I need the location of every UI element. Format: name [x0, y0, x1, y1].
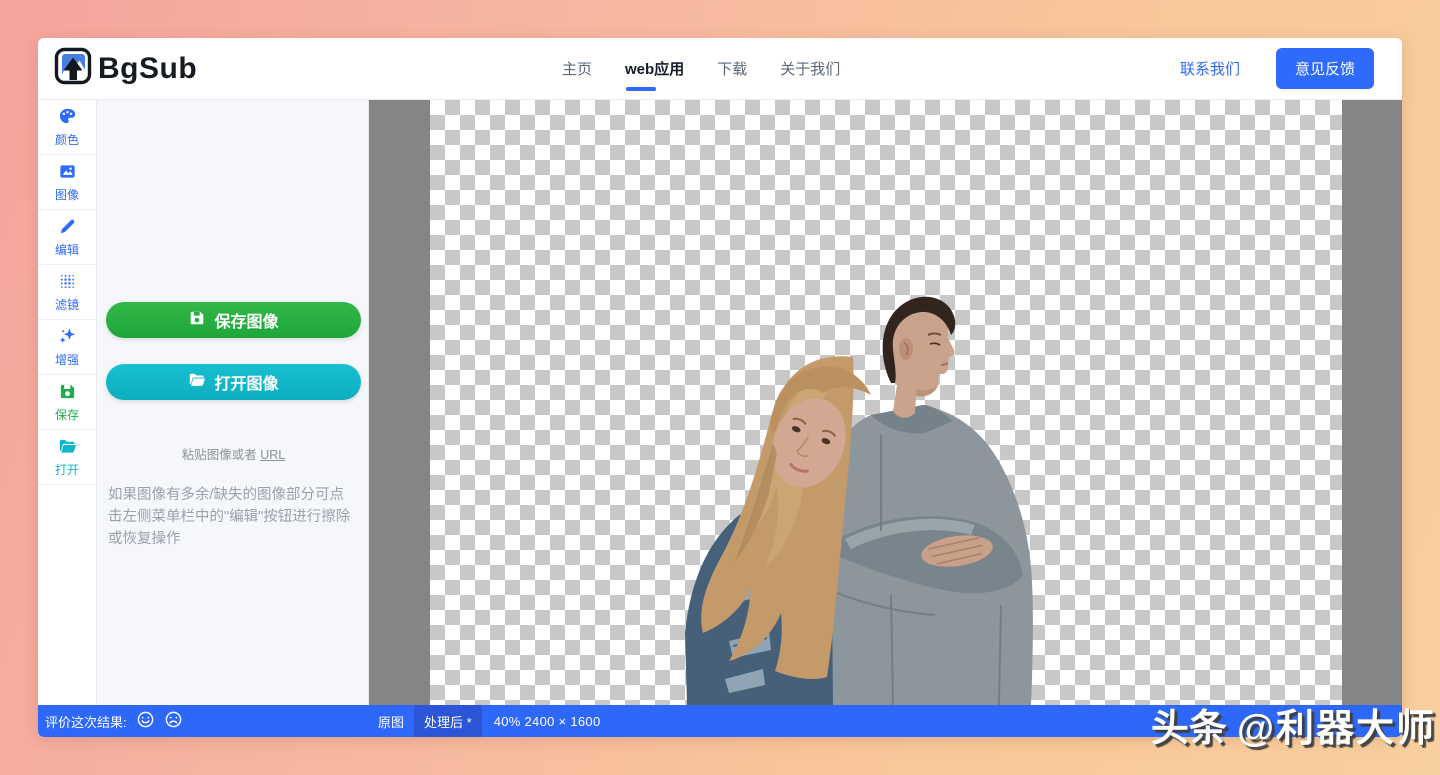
tool-filter[interactable]: 滤镜	[38, 265, 96, 320]
paste-hint-text: 粘贴图像或者	[182, 448, 257, 462]
nav-download[interactable]: 下载	[717, 54, 747, 83]
nav-webapp[interactable]: web应用	[625, 54, 684, 83]
watermark-brand: 头条	[1151, 708, 1227, 750]
tool-enhance[interactable]: 增强	[38, 320, 96, 375]
sad-face-icon	[164, 710, 183, 732]
feedback-button[interactable]: 意见反馈	[1276, 48, 1374, 89]
pencil-icon	[58, 217, 77, 239]
tool-label: 保存	[55, 406, 79, 423]
watermark-handle: @利器大师	[1237, 708, 1436, 750]
palette-icon	[58, 107, 77, 129]
editor-canvas[interactable]	[369, 100, 1402, 705]
paste-hint: 粘贴图像或者 URL	[106, 444, 361, 463]
tool-save[interactable]: 保存	[38, 375, 96, 430]
sparkles-icon	[58, 327, 77, 349]
app-window: BgSub 主页 web应用 下载 关于我们 联系我们 意见反馈 颜色	[38, 38, 1402, 737]
save-image-label: 保存图像	[214, 308, 278, 332]
save-icon	[188, 309, 206, 332]
logo[interactable]: BgSub	[38, 46, 197, 91]
header-right: 联系我们 意见反馈	[1180, 48, 1402, 89]
url-link[interactable]: URL	[260, 448, 285, 462]
tool-edit[interactable]: 编辑	[38, 210, 96, 265]
open-folder-icon	[188, 371, 206, 394]
view-tabs: 原图 处理后 * 40% 2400 × 1600	[368, 705, 600, 737]
transparent-image-area[interactable]	[430, 100, 1342, 705]
rating-group: 评价这次结果:	[38, 710, 183, 732]
tool-label: 打开	[55, 461, 79, 478]
tool-label: 滤镜	[55, 296, 79, 313]
tool-image[interactable]: 图像	[38, 155, 96, 210]
open-folder-icon	[58, 437, 77, 459]
tool-color[interactable]: 颜色	[38, 100, 96, 155]
nav-about[interactable]: 关于我们	[780, 54, 840, 83]
side-panel: 保存图像 打开图像 粘贴图像或者 URL 如果图像有多余/缺失的图像部分可点击左…	[97, 100, 369, 705]
save-icon	[58, 382, 77, 404]
watermark: 头条@利器大师	[1151, 697, 1436, 752]
rate-bad-button[interactable]	[164, 710, 183, 732]
main-nav: 主页 web应用 下载 关于我们	[562, 38, 840, 99]
open-image-button[interactable]: 打开图像	[106, 364, 361, 400]
tool-open[interactable]: 打开	[38, 430, 96, 485]
save-image-button[interactable]: 保存图像	[106, 302, 361, 338]
rate-label: 评价这次结果:	[45, 712, 127, 731]
bgsub-logo-icon	[53, 46, 93, 91]
rate-good-button[interactable]	[136, 710, 155, 732]
tool-sidebar: 颜色 图像 编辑 滤镜	[38, 100, 97, 705]
tab-processed[interactable]: 处理后 *	[414, 705, 482, 737]
zoom-dimensions-label: 40% 2400 × 1600	[494, 714, 601, 729]
tool-label: 增强	[55, 351, 79, 368]
tab-original[interactable]: 原图	[368, 705, 414, 737]
nav-home[interactable]: 主页	[562, 54, 592, 83]
header: BgSub 主页 web应用 下载 关于我们 联系我们 意见反馈	[38, 38, 1402, 100]
happy-face-icon	[136, 710, 155, 732]
edit-instructions: 如果图像有多余/缺失的图像部分可点击左侧菜单栏中的"编辑"按钮进行擦除或恢复操作	[108, 484, 358, 550]
image-icon	[58, 162, 77, 184]
filter-icon	[58, 272, 77, 294]
tool-label: 图像	[55, 186, 79, 203]
open-image-label: 打开图像	[214, 370, 278, 394]
tool-label: 颜色	[55, 131, 79, 148]
tool-label: 编辑	[55, 241, 79, 258]
content: 颜色 图像 编辑 滤镜	[38, 100, 1402, 705]
contact-link[interactable]: 联系我们	[1180, 58, 1240, 79]
subject-photo	[685, 293, 1035, 705]
logo-text: BgSub	[98, 52, 197, 86]
